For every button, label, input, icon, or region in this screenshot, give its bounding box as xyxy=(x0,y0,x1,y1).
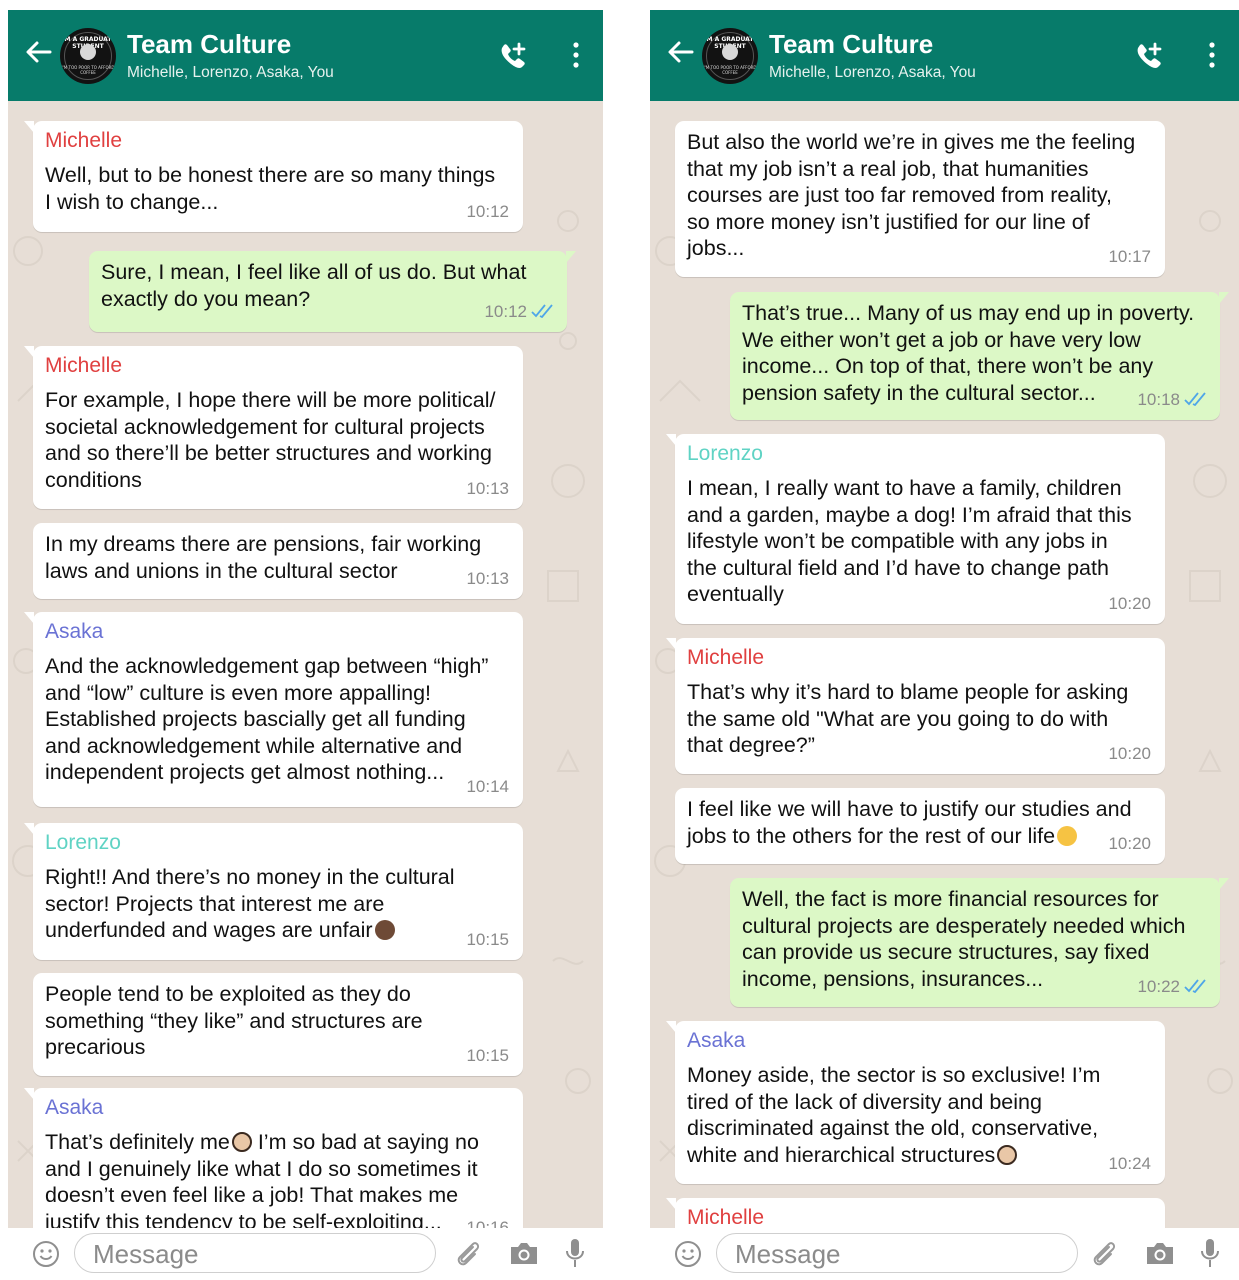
woman-facepalming-emoji xyxy=(231,1132,252,1152)
chat-header: I'M A GRADUATE STUDENT I'M TOO POOR TO A… xyxy=(650,10,1239,101)
message-text: People tend to be exploited as they do s… xyxy=(45,982,423,1059)
message-sender: Michelle xyxy=(687,646,765,669)
message-sender: Michelle xyxy=(45,354,123,377)
message-bubble[interactable]: Michelle That’s why it’s hard to blame p… xyxy=(666,638,1165,774)
arrow-left-icon[interactable] xyxy=(22,36,54,68)
message-bubble[interactable]: Michelle xyxy=(666,1198,1165,1228)
camera-icon[interactable] xyxy=(508,1239,540,1267)
chat-title[interactable]: Team Culture xyxy=(127,29,291,60)
group-avatar[interactable]: I'M A GRADUATE STUDENT I'M TOO POOR TO A… xyxy=(702,28,758,84)
add-call-icon[interactable] xyxy=(1133,40,1165,72)
message-bubble-outgoing[interactable]: That’s true... Many of us may end up in … xyxy=(730,292,1229,420)
message-bubble[interactable]: Asaka That’s definitely me I’m so bad at… xyxy=(24,1088,523,1229)
more-vert-icon[interactable] xyxy=(1207,41,1217,69)
message-time: 10:13 xyxy=(466,568,509,588)
shushing-face-emoji xyxy=(1057,825,1078,846)
message-time: 10:18 xyxy=(1137,387,1208,414)
paperclip-icon[interactable] xyxy=(1087,1237,1119,1269)
message-time: 10:12 xyxy=(466,201,509,221)
message-sender: Asaka xyxy=(45,620,104,643)
message-bubble[interactable]: Michelle For example, I hope there will … xyxy=(24,346,523,509)
message-bubble[interactable]: In my dreams there are pensions, fair wo… xyxy=(33,523,523,599)
message-sender: Lorenzo xyxy=(687,442,763,465)
message-time: 10:15 xyxy=(466,1045,509,1065)
message-text: And the acknowledgement gap between “hig… xyxy=(45,654,489,784)
double-check-icon xyxy=(1184,391,1206,406)
message-bubble[interactable]: Lorenzo I mean, I really want to have a … xyxy=(666,434,1165,624)
message-time: 10:16 xyxy=(466,1217,509,1229)
smiley-icon[interactable] xyxy=(674,1240,702,1268)
more-vert-icon[interactable] xyxy=(571,41,581,69)
message-sender: Michelle xyxy=(687,1206,765,1228)
microphone-icon[interactable] xyxy=(564,1237,586,1269)
microphone-icon[interactable] xyxy=(1199,1237,1221,1269)
message-bubble[interactable]: People tend to be exploited as they do s… xyxy=(33,973,523,1076)
arrow-left-icon[interactable] xyxy=(664,36,696,68)
message-time: 10:14 xyxy=(466,776,509,796)
chat-title[interactable]: Team Culture xyxy=(769,29,933,60)
message-text: That’s definitely me I’m so bad at sayin… xyxy=(45,1130,479,1228)
message-bubble[interactable]: I feel like we will have to justify our … xyxy=(675,788,1165,864)
message-input-bar: Message xyxy=(8,1228,603,1280)
message-text: That’s why it’s hard to blame people for… xyxy=(687,680,1129,757)
message-time: 10:12 xyxy=(484,299,555,326)
message-time: 10:17 xyxy=(1108,246,1151,266)
message-text: In my dreams there are pensions, fair wo… xyxy=(45,532,482,583)
message-time: 10:20 xyxy=(1108,833,1151,853)
message-text: Well, but to be honest there are so many… xyxy=(45,163,496,214)
message-time: 10:15 xyxy=(466,929,509,949)
message-time: 10:24 xyxy=(1108,1153,1151,1173)
message-time: 10:13 xyxy=(466,478,509,498)
double-check-icon xyxy=(1184,978,1206,993)
message-input-bar: Message xyxy=(650,1228,1239,1280)
message-list[interactable]: Michelle Well, but to be honest there ar… xyxy=(8,101,603,1228)
message-text: But also the world we’re in gives me the… xyxy=(687,130,1136,260)
message-bubble[interactable]: Asaka Money aside, the sector is so excl… xyxy=(666,1021,1165,1184)
message-time: 10:20 xyxy=(1108,593,1151,613)
add-call-icon[interactable] xyxy=(497,40,529,72)
message-sender: Michelle xyxy=(45,129,123,152)
chat-participants[interactable]: Michelle, Lorenzo, Asaka, You xyxy=(769,64,976,82)
message-bubble[interactable]: Asaka And the acknowledgement gap betwee… xyxy=(24,612,523,807)
paperclip-icon[interactable] xyxy=(451,1237,483,1269)
chat-screen-right: I'M A GRADUATE STUDENT I'M TOO POOR TO A… xyxy=(650,10,1239,1280)
message-bubble-outgoing[interactable]: Well, the fact is more financial resourc… xyxy=(730,878,1229,1007)
chat-participants[interactable]: Michelle, Lorenzo, Asaka, You xyxy=(127,64,334,82)
message-sender: Lorenzo xyxy=(45,831,121,854)
chat-header: I'M A GRADUATE STUDENT I'M TOO POOR TO A… xyxy=(8,10,603,101)
message-time: 10:22 xyxy=(1137,974,1208,1001)
message-bubble[interactable]: Lorenzo Right!! And there’s no money in … xyxy=(24,823,523,960)
message-input[interactable]: Message xyxy=(74,1233,436,1273)
message-list[interactable]: But also the world we’re in gives me the… xyxy=(650,101,1239,1228)
camera-icon[interactable] xyxy=(1144,1239,1176,1267)
message-text: I feel like we will have to justify our … xyxy=(687,797,1132,848)
message-text: I mean, I really want to have a family, … xyxy=(687,476,1132,606)
message-time: 10:20 xyxy=(1108,743,1151,763)
smiley-icon[interactable] xyxy=(32,1240,60,1268)
message-text: Right!! And there’s no money in the cult… xyxy=(45,865,455,942)
message-input[interactable]: Message xyxy=(716,1233,1078,1273)
person-shrugging-emoji xyxy=(374,920,395,940)
double-check-icon xyxy=(531,303,553,318)
message-bubble[interactable]: Michelle Well, but to be honest there ar… xyxy=(24,121,523,232)
message-text: Money aside, the sector is so exclusive!… xyxy=(687,1063,1101,1167)
group-avatar[interactable]: I'M A GRADUATE STUDENT I'M TOO POOR TO A… xyxy=(60,28,116,84)
message-sender: Asaka xyxy=(45,1096,104,1119)
message-bubble[interactable]: But also the world we’re in gives me the… xyxy=(675,121,1165,277)
message-text: For example, I hope there will be more p… xyxy=(45,388,496,492)
message-sender: Asaka xyxy=(687,1029,746,1052)
message-bubble-outgoing[interactable]: Sure, I mean, I feel like all of us do. … xyxy=(89,251,576,332)
chat-screen-left: I'M A GRADUATE STUDENT I'M TOO POOR TO A… xyxy=(8,10,603,1280)
woman-facepalming-emoji xyxy=(997,1144,1018,1165)
